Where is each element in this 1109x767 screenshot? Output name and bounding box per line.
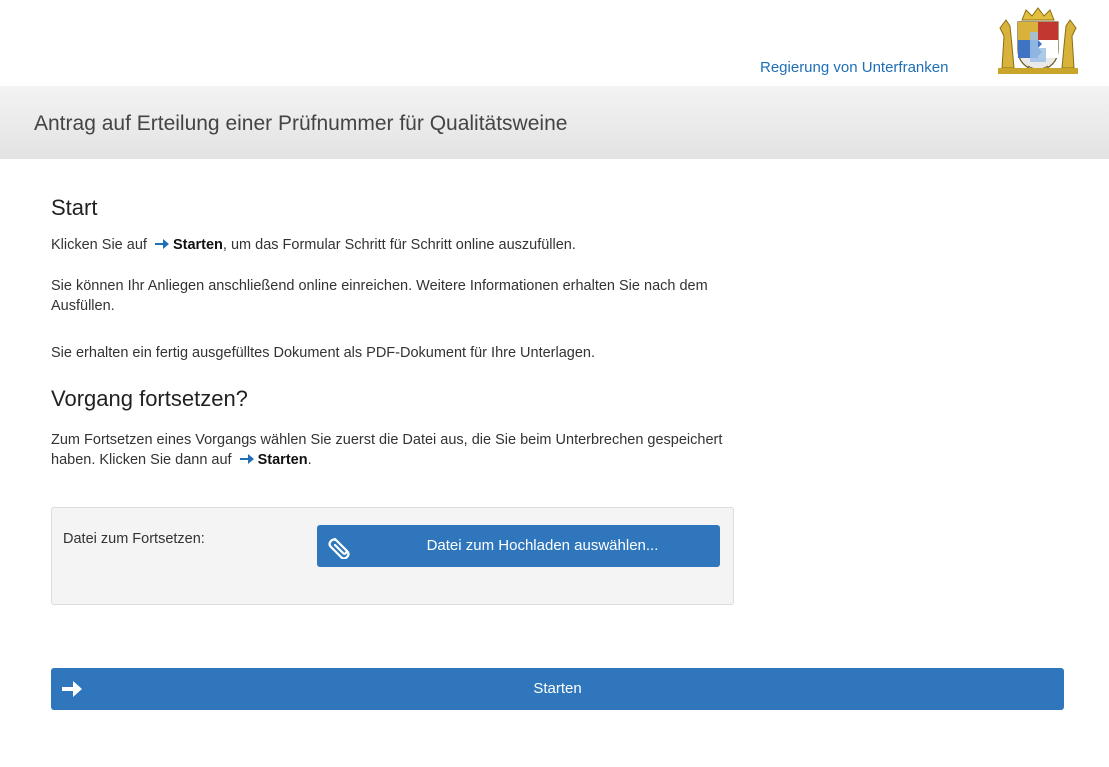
title-bar: Antrag auf Erteilung einer Prüfnummer fü… xyxy=(0,86,1109,159)
continue-heading: Vorgang fortsetzen? xyxy=(51,386,248,411)
continue-para-after: . xyxy=(307,452,312,468)
continue-para-before: Zum Fortsetzen eines Vorgangs wählen Sie… xyxy=(51,432,723,468)
page-title: Antrag auf Erteilung einer Prüfnummer fü… xyxy=(34,112,568,135)
arrow-right-icon xyxy=(154,239,169,249)
start-paragraph-2: Sie können Ihr Anliegen anschließend onl… xyxy=(51,278,708,314)
start-heading: Start xyxy=(51,195,98,220)
start-paragraph-1: Klicken Sie auf Starten, um das Formular… xyxy=(51,235,741,255)
authority-link[interactable]: Regierung von Unterfranken xyxy=(760,59,982,76)
bavaria-coat-of-arms-icon xyxy=(998,7,1078,74)
file-upload-button[interactable]: Datei zum Hochladen auswählen... xyxy=(317,525,720,567)
arrow-right-icon xyxy=(239,454,254,464)
upload-label: Datei zum Fortsetzen: xyxy=(63,531,205,547)
file-upload-button-label: Datei zum Hochladen auswählen... xyxy=(426,537,659,554)
upload-panel: Datei zum Fortsetzen: Datei zum Hochlade… xyxy=(51,507,734,605)
start-link-inline: Starten xyxy=(172,237,223,253)
start-paragraph-3: Sie erhalten ein fertig ausgefülltes Dok… xyxy=(51,345,596,361)
header: Regierung von Unterfranken xyxy=(0,0,1109,86)
paperclip-icon xyxy=(328,537,350,559)
start-para1-before: Klicken Sie auf xyxy=(51,237,147,253)
start-para1-after: , um das Formular Schritt für Schritt on… xyxy=(222,237,576,253)
continue-link-inline: Starten xyxy=(257,452,308,468)
start-button[interactable]: Starten xyxy=(51,668,1064,710)
start-button-label: Starten xyxy=(533,680,582,697)
continue-paragraph: Zum Fortsetzen eines Vorgangs wählen Sie… xyxy=(51,430,741,470)
